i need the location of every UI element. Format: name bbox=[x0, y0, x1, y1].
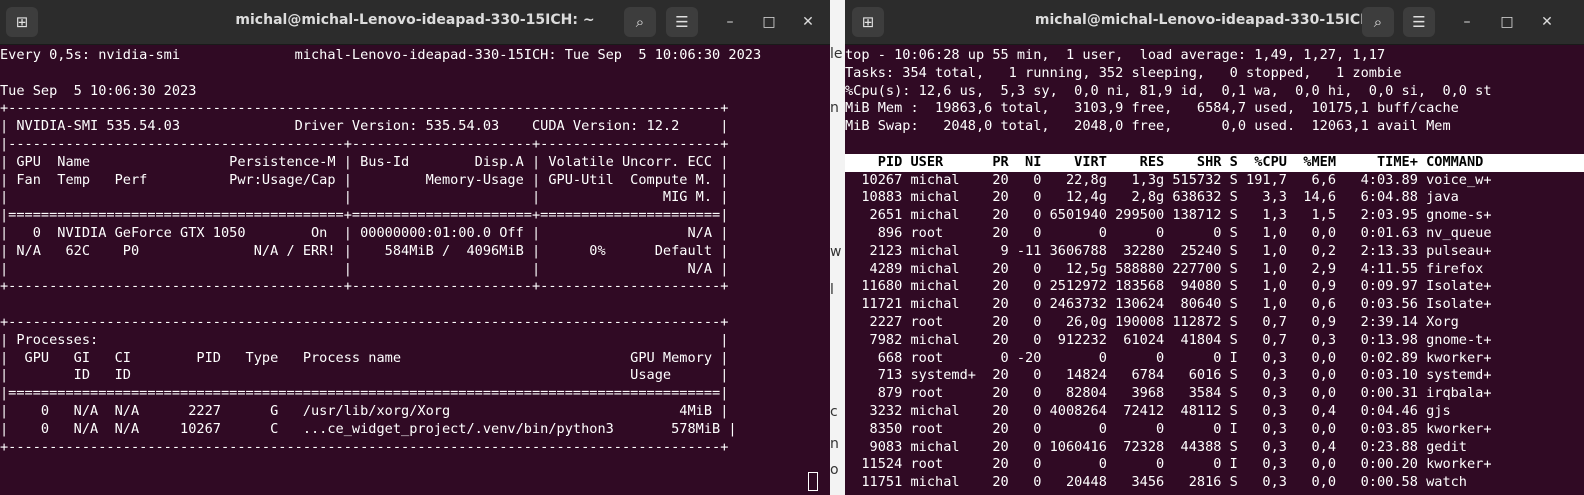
menu-button[interactable]: ☰ bbox=[666, 7, 698, 37]
nvidia-smi-line bbox=[0, 65, 830, 83]
process-row: 713 systemd+ 20 0 14824 6784 6016 S 0,3 … bbox=[845, 367, 1492, 384]
top-summary-line: MiB Swap: 2048,0 total, 2048,0 free, 0,0… bbox=[845, 118, 1451, 135]
search-icon: ⌕ bbox=[1373, 13, 1383, 31]
nvidia-smi-line: | 0 NVIDIA GeForce GTX 1050 On | 0000000… bbox=[0, 224, 729, 241]
nvidia-smi-line: |=======================================… bbox=[0, 385, 729, 402]
background-text-fragment: le bbox=[830, 46, 843, 62]
nvidia-smi-line: | GPU GI CI PID Type Process name GPU Me… bbox=[0, 349, 729, 366]
process-row: 11721 michal 20 0 2463732 130624 80640 S… bbox=[845, 296, 1492, 313]
left-window-title: michal@michal-Lenovo-ideapad-330-15ICH: … bbox=[235, 12, 595, 28]
process-row: 668 root 0 -20 0 0 0 I 0,3 0,0 0:02.89 k… bbox=[845, 349, 1492, 366]
minimize-icon: – bbox=[1463, 14, 1471, 30]
close-icon: ✕ bbox=[802, 14, 814, 30]
process-row: 896 root 20 0 0 0 0 S 1,0 0,0 0:01.63 nv… bbox=[845, 224, 1492, 241]
nvidia-smi-line: +---------------------------------------… bbox=[0, 313, 729, 330]
background-text-fragment: c bbox=[830, 404, 838, 420]
top-summary-line: MiB Mem : 19863,6 total, 3103,9 free, 65… bbox=[845, 100, 1459, 117]
top-summary-line: %Cpu(s): 12,6 us, 5,3 sy, 0,0 ni, 81,9 i… bbox=[845, 82, 1492, 99]
nvidia-smi-line: | 0 N/A N/A 2227 G /usr/lib/xorg/Xorg 4M… bbox=[0, 402, 729, 419]
top-summary-line: Tasks: 354 total, 1 running, 352 sleepin… bbox=[845, 64, 1402, 81]
nvidia-smi-line: | Processes: | bbox=[0, 331, 729, 348]
process-row: 4289 michal 20 0 12,5g 588880 227700 S 1… bbox=[845, 260, 1484, 277]
nvidia-smi-line: |---------------------------------------… bbox=[0, 135, 729, 152]
nvidia-smi-line: | GPU Name Persistence-M | Bus-Id Disp.A… bbox=[0, 153, 729, 170]
search-icon: ⌕ bbox=[635, 13, 645, 31]
nvidia-smi-line: | Fan Temp Perf Pwr:Usage/Cap | Memory-U… bbox=[0, 171, 729, 188]
background-text-fragment: n bbox=[830, 100, 839, 116]
nvidia-smi-line: |=======================================… bbox=[0, 207, 729, 224]
maximize-button[interactable]: □ bbox=[1495, 10, 1519, 34]
process-row: 2651 michal 20 0 6501940 299500 138712 S… bbox=[845, 207, 1492, 224]
background-text-fragment: l bbox=[830, 282, 834, 298]
close-button[interactable]: ✕ bbox=[796, 10, 820, 34]
nvidia-smi-line: | | | N/A | bbox=[0, 260, 729, 277]
nvidia-smi-line: +---------------------------------------… bbox=[0, 278, 729, 295]
nvidia-smi-line: Tue Sep 5 10:06:30 2023 bbox=[0, 82, 197, 99]
nvidia-smi-terminal-window: ⊞ michal@michal-Lenovo-ideapad-330-15ICH… bbox=[0, 0, 830, 495]
process-row: 7982 michal 20 0 912232 61024 41804 S 0,… bbox=[845, 331, 1492, 348]
nvidia-smi-line: | | | MIG M. | bbox=[0, 189, 729, 206]
hamburger-menu-icon: ☰ bbox=[1412, 13, 1426, 31]
process-row: 8350 root 20 0 0 0 0 I 0,3 0,0 0:03.85 k… bbox=[845, 420, 1492, 437]
nvidia-smi-line: | NVIDIA-SMI 535.54.03 Driver Version: 5… bbox=[0, 118, 729, 135]
search-button[interactable]: ⌕ bbox=[1362, 7, 1394, 37]
process-row: 879 root 20 0 82804 3968 3584 S 0,3 0,0 … bbox=[845, 385, 1492, 402]
process-row: 3232 michal 20 0 4008264 72412 48112 S 0… bbox=[845, 402, 1451, 419]
process-table-header: PID USER PR NI VIRT RES SHR S %CPU %MEM … bbox=[845, 153, 1584, 172]
close-button[interactable]: ✕ bbox=[1535, 10, 1559, 34]
process-row: 11751 michal 20 0 20448 3456 2816 S 0,3 … bbox=[845, 474, 1467, 491]
process-row: 11680 michal 20 0 2512972 183568 94080 S… bbox=[845, 278, 1492, 295]
nvidia-smi-line: +---------------------------------------… bbox=[0, 100, 729, 117]
nvidia-smi-line: +---------------------------------------… bbox=[0, 438, 729, 455]
background-text-fragment: n bbox=[830, 436, 839, 452]
top-terminal-window: ⊞ michal@michal-Lenovo-ideapad-330-15ICH… bbox=[845, 0, 1584, 495]
terminal-cursor bbox=[808, 472, 818, 491]
top-output[interactable]: top - 10:06:28 up 55 min, 1 user, load a… bbox=[845, 45, 1584, 492]
maximize-button[interactable]: □ bbox=[757, 10, 781, 34]
right-titlebar[interactable]: ⊞ michal@michal-Lenovo-ideapad-330-15ICH… bbox=[845, 0, 1584, 45]
maximize-icon: □ bbox=[1500, 14, 1514, 30]
nvidia-smi-line: | ID ID Usage | bbox=[0, 367, 729, 384]
close-icon: ✕ bbox=[1541, 14, 1553, 30]
process-row: 2123 michal 9 -11 3606788 32280 25240 S … bbox=[845, 242, 1492, 259]
background-window-strip: le n w l c n o bbox=[830, 0, 845, 495]
maximize-icon: □ bbox=[762, 14, 776, 30]
hamburger-menu-icon: ☰ bbox=[675, 13, 689, 31]
nvidia-smi-output[interactable]: Every 0,5s: nvidia-smi michal-Lenovo-ide… bbox=[0, 45, 830, 456]
search-button[interactable]: ⌕ bbox=[624, 7, 656, 37]
left-titlebar[interactable]: ⊞ michal@michal-Lenovo-ideapad-330-15ICH… bbox=[0, 0, 830, 45]
process-row: 10267 michal 20 0 22,8g 1,3g 515732 S 19… bbox=[845, 171, 1492, 188]
nvidia-smi-line bbox=[0, 296, 830, 314]
minimize-button[interactable]: – bbox=[718, 10, 742, 34]
process-row: 2227 root 20 0 26,0g 190008 112872 S 0,7… bbox=[845, 313, 1459, 330]
background-text-fragment: w bbox=[830, 244, 842, 260]
nvidia-smi-line: | N/A 62C P0 N/A / ERR! | 584MiB / 4096M… bbox=[0, 242, 729, 259]
watch-header: Every 0,5s: nvidia-smi michal-Lenovo-ide… bbox=[0, 47, 762, 63]
process-row: 9083 michal 20 0 1060416 72328 44388 S 0… bbox=[845, 438, 1467, 455]
process-row: 10883 michal 20 0 12,4g 2,8g 638632 S 3,… bbox=[845, 189, 1459, 206]
nvidia-smi-line: | 0 N/A N/A 10267 C ...ce_widget_project… bbox=[0, 420, 737, 437]
process-row: 11524 root 20 0 0 0 0 I 0,3 0,0 0:00.20 … bbox=[845, 456, 1492, 473]
minimize-button[interactable]: – bbox=[1455, 10, 1479, 34]
menu-button[interactable]: ☰ bbox=[1403, 7, 1435, 37]
top-summary-line: top - 10:06:28 up 55 min, 1 user, load a… bbox=[845, 47, 1386, 63]
background-text-fragment: o bbox=[830, 462, 839, 478]
minimize-icon: – bbox=[726, 14, 734, 30]
